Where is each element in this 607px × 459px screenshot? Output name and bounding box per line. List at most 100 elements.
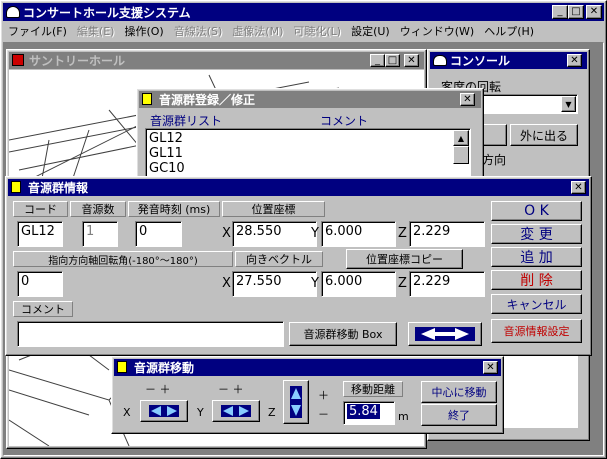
move-icon [117, 361, 127, 373]
time-label: 発音時刻 (ms) [128, 201, 220, 217]
hall-maximize-button[interactable]: □ [385, 54, 400, 67]
register-icon [142, 93, 152, 105]
hall-minimize-button[interactable]: _ [370, 54, 385, 67]
pos-z-label: Z [398, 226, 407, 241]
y-plus-minus-label: － ＋ [218, 383, 244, 396]
chevron-down-icon[interactable]: ▼ [561, 96, 576, 112]
menu-bar: ファイル(F) 編集(E) 操作(O) 音線法(S) 虚像法(M) 可聴化(L) 設定(U)… [3, 22, 604, 40]
menu-item[interactable]: ウィンドウ(W) [395, 23, 479, 39]
register-title-bar[interactable]: 音源群登録／修正 [139, 91, 481, 108]
count-field[interactable]: 1 [82, 221, 118, 247]
distance-unit: m [398, 410, 409, 423]
move-x-label: X [123, 406, 131, 419]
move-title-bar[interactable]: 音源群移動 [114, 359, 501, 376]
move-arrows-button[interactable] [408, 322, 482, 346]
register-scroll-thumb[interactable] [453, 146, 469, 164]
app-icon [6, 6, 20, 18]
move-x-button[interactable] [140, 400, 188, 422]
move-y-button[interactable] [212, 400, 260, 422]
double-arrow-icon [415, 327, 475, 341]
register-list-item[interactable]: GC10 [149, 161, 449, 176]
z-arrows-icon [290, 386, 302, 418]
distance-label: 移動距離 [343, 381, 403, 397]
register-close-button[interactable]: ✕ [460, 93, 475, 106]
code-label: コード [13, 201, 68, 217]
cancel-button[interactable]: キャンセル [491, 294, 582, 314]
add-button[interactable]: 追 加 [491, 247, 582, 267]
pos-z-field[interactable]: 2.229 [409, 221, 485, 247]
vector-label: 向きベクトル [235, 251, 323, 267]
count-label: 音源数 [70, 201, 126, 217]
info-title-bar[interactable]: 音源群情報 [8, 179, 589, 196]
console-close-button[interactable]: ✕ [567, 54, 582, 67]
move-z-label: Z [268, 406, 276, 419]
move-title: 音源群移動 [134, 361, 195, 375]
register-list-items: GL12 GL11 GC10 [149, 131, 449, 176]
close-button[interactable]: ✕ [586, 5, 602, 19]
pos-y-label: Y [311, 226, 319, 241]
console-title-bar[interactable]: コンソール [430, 52, 587, 69]
distance-value: 5.84 [347, 404, 380, 419]
register-list-item[interactable]: GL11 [149, 146, 449, 161]
vec-x-label: X [222, 276, 231, 291]
hall-title: サントリーホール [29, 54, 126, 68]
menu-item[interactable]: 虚像法(M) [227, 23, 288, 39]
x-arrows-icon [149, 405, 179, 417]
source-settings-button[interactable]: 音源情報設定 [491, 319, 582, 343]
vec-y-label: Y [311, 276, 319, 291]
distance-field[interactable]: 5.84 [343, 401, 395, 425]
register-comment-header: コメント [320, 114, 369, 128]
console-title: コンソール [450, 54, 511, 68]
hall-close-button[interactable]: ✕ [404, 54, 419, 67]
pos-y-field[interactable]: 6.000 [321, 221, 396, 247]
angle-label: 指向方向軸回転角(-180°～180°) [13, 251, 233, 267]
pos-x-field[interactable]: 28.550 [232, 221, 317, 247]
vec-x-field[interactable]: 27.550 [232, 271, 317, 297]
register-title: 音源群登録／修正 [159, 93, 256, 107]
info-icon [11, 181, 21, 193]
menu-item[interactable]: 可聴化(L) [288, 23, 346, 39]
hall-title-bar[interactable]: サントリーホール [9, 52, 424, 69]
ok-button[interactable]: O K [491, 201, 582, 221]
info-close-button[interactable]: ✕ [571, 181, 586, 194]
menu-item[interactable]: 操作(O) [119, 23, 168, 39]
copy-position-button[interactable]: 位置座標コピー [346, 249, 463, 269]
hall-icon [12, 54, 24, 66]
console-direction-label: 方向 [482, 153, 507, 167]
menu-item[interactable]: 設定(U) [346, 23, 395, 39]
comment-field[interactable] [17, 321, 284, 347]
register-list-item[interactable]: GL12 [149, 131, 449, 146]
end-button[interactable]: 終了 [421, 404, 497, 426]
code-field[interactable]: GL12 [17, 221, 63, 247]
time-field[interactable]: 0 [135, 221, 182, 247]
info-title: 音源群情報 [28, 181, 89, 195]
z-minus-label: － [318, 408, 329, 421]
console-out-button[interactable]: 外に出る [510, 124, 578, 146]
delete-button[interactable]: 削 除 [491, 270, 582, 290]
move-close-button[interactable]: ✕ [483, 361, 498, 374]
y-arrows-icon [221, 405, 251, 417]
menu-item[interactable]: 編集(E) [72, 23, 120, 39]
position-label: 位置座標 [222, 201, 325, 217]
register-scroll-up[interactable]: ▲ [453, 130, 469, 146]
angle-field[interactable]: 0 [17, 271, 63, 297]
console-icon [433, 55, 447, 66]
menu-item[interactable]: 音線法(S) [169, 23, 228, 39]
pos-x-label: X [222, 226, 231, 241]
move-to-center-button[interactable]: 中心に移動 [421, 381, 497, 403]
vec-y-field[interactable]: 6.000 [321, 271, 396, 297]
change-button[interactable]: 変 更 [491, 224, 582, 244]
menu-item[interactable]: ファイル(F) [3, 23, 72, 39]
app-title: コンサートホール支援システム [23, 5, 191, 20]
x-plus-minus-label: － ＋ [145, 383, 171, 396]
move-box-button[interactable]: 音源群移動 Box [289, 322, 397, 346]
main-title-bar: コンサートホール支援システム [3, 3, 604, 21]
move-y-label: Y [197, 406, 204, 419]
move-z-button[interactable] [283, 380, 309, 424]
vec-z-label: Z [398, 276, 407, 291]
maximize-button[interactable]: □ [568, 5, 584, 19]
minimize-button[interactable]: _ [552, 5, 568, 19]
register-list-header: 音源群リスト [150, 114, 223, 128]
vec-z-field[interactable]: 2.229 [409, 271, 485, 297]
menu-item[interactable]: ヘルプ(H) [479, 23, 539, 39]
